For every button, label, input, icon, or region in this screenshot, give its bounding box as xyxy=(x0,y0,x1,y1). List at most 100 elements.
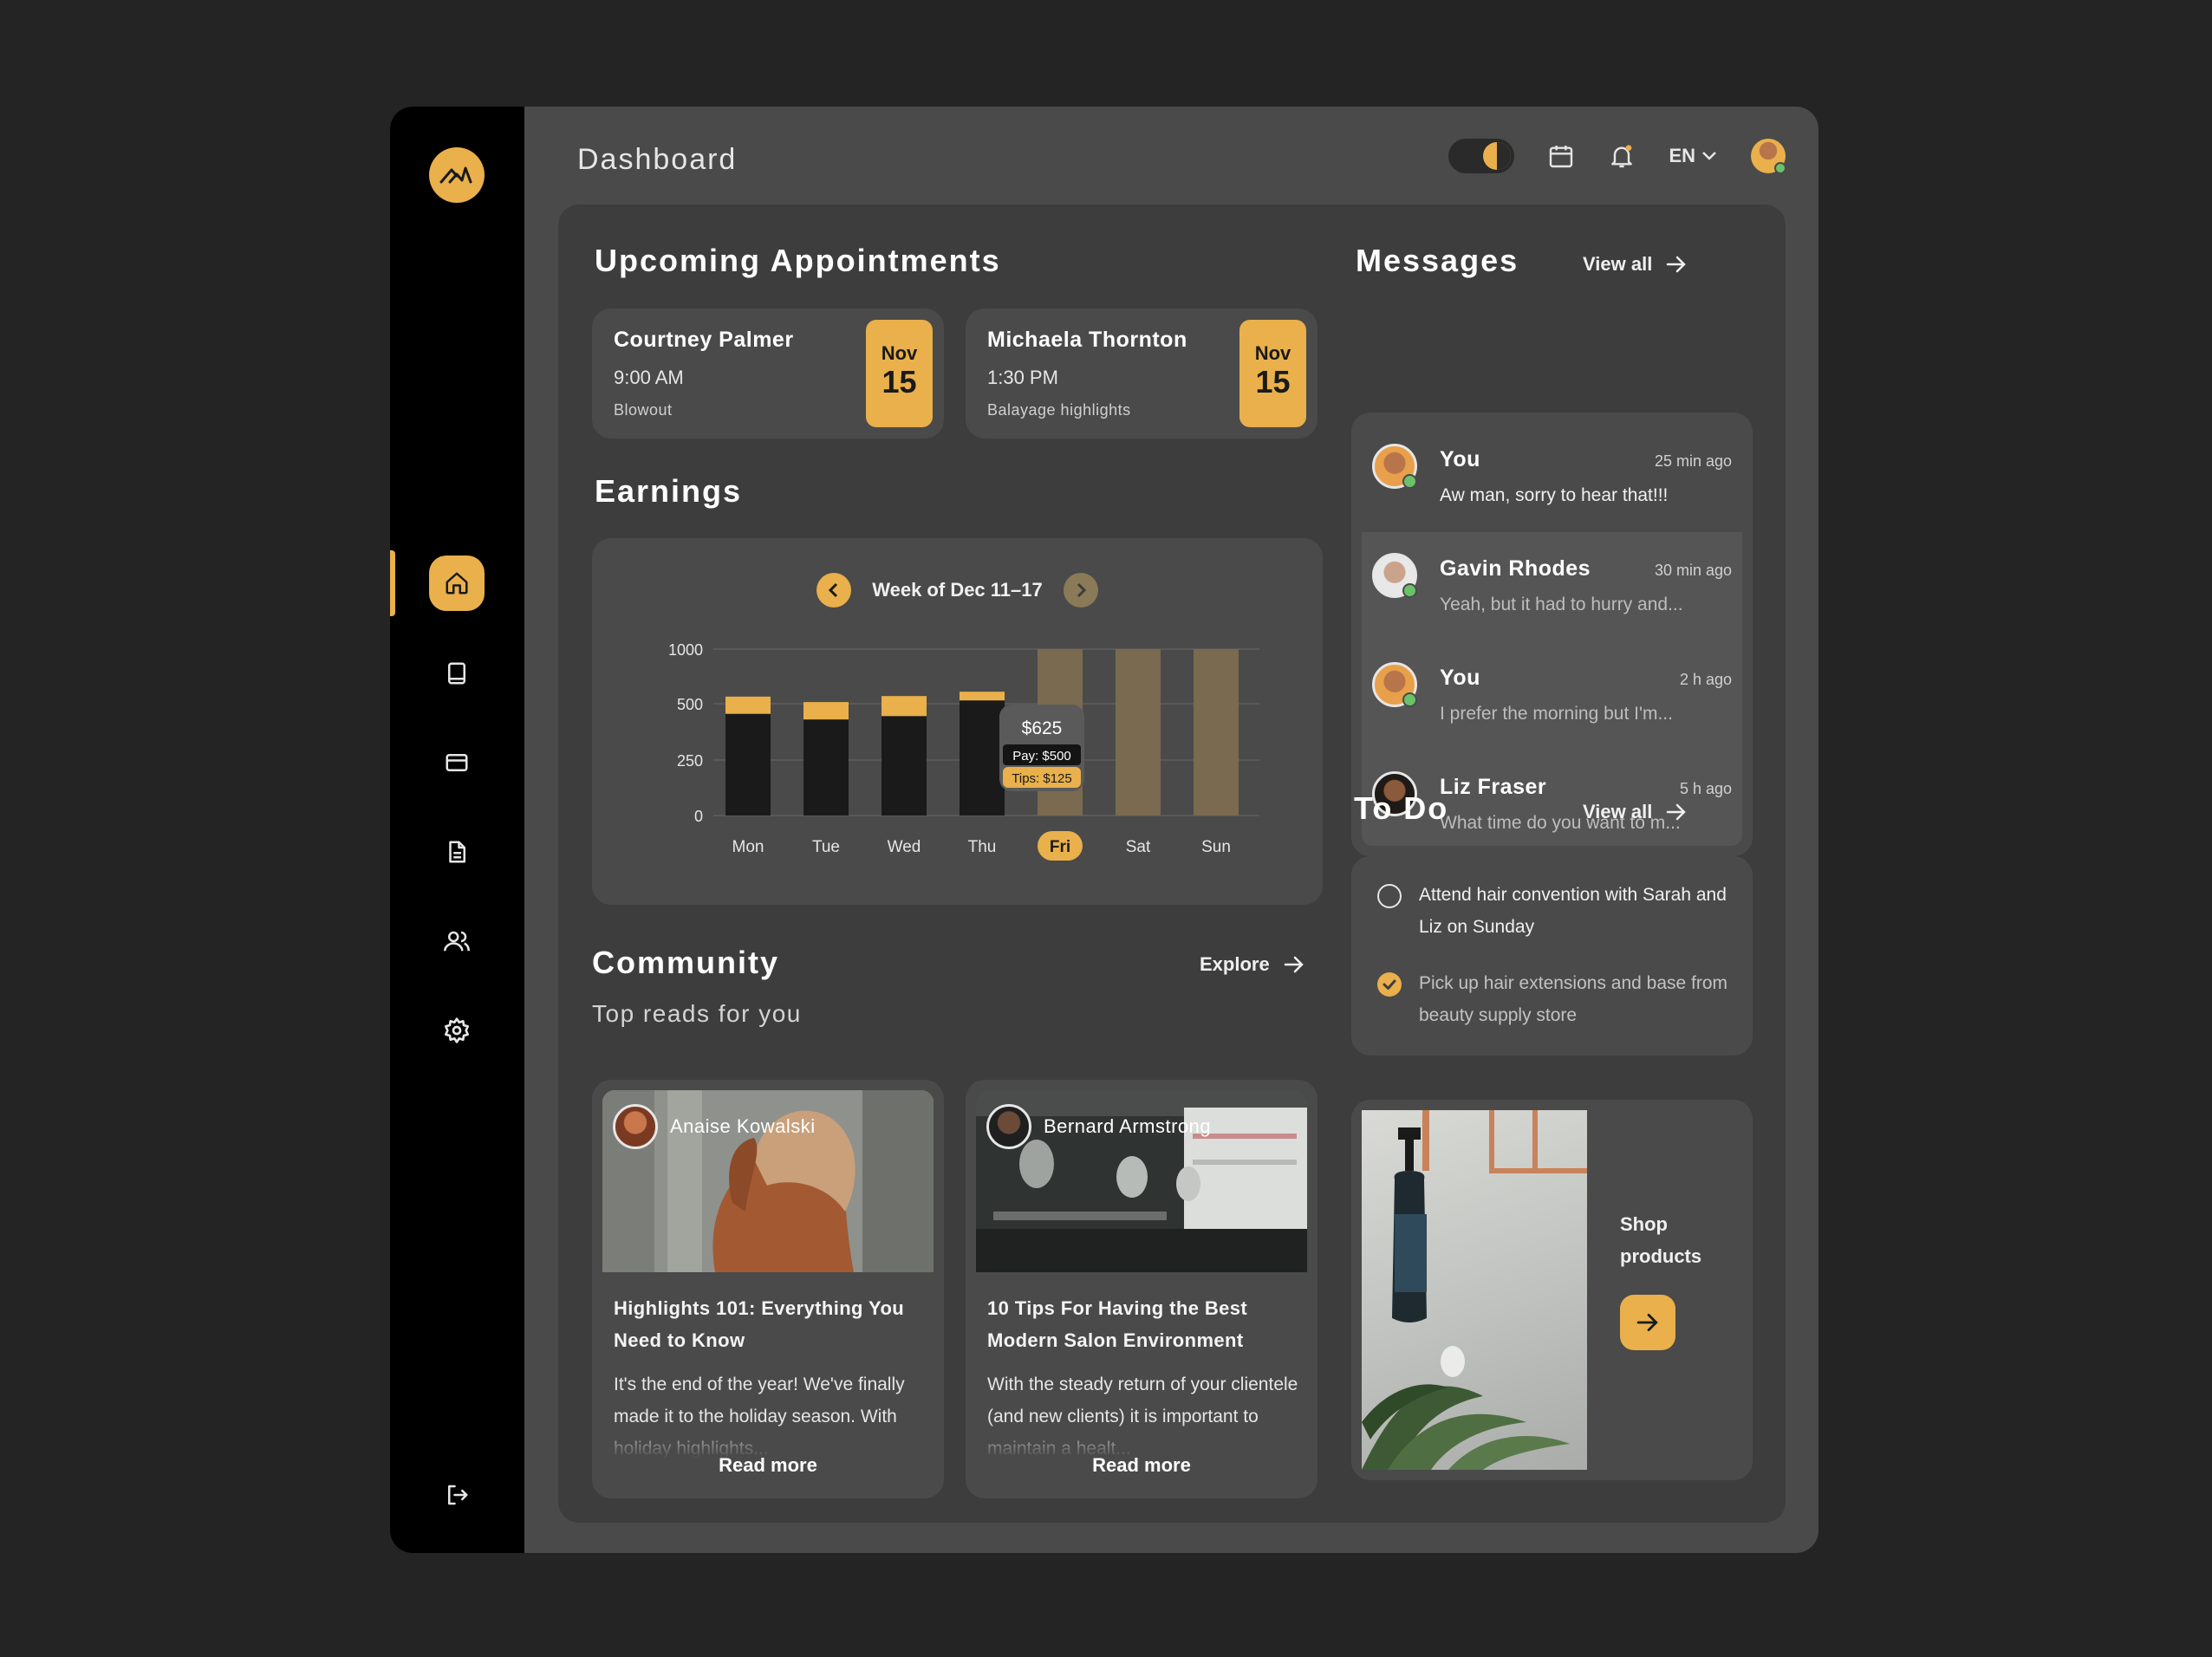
article-title: Highlights 101: Everything You Need to K… xyxy=(614,1297,905,1351)
shop-title: Shop products xyxy=(1620,1213,1702,1267)
appointment-client: Courtney Palmer xyxy=(614,328,794,352)
appointment-service: Blowout xyxy=(614,401,673,419)
future-bar xyxy=(1116,649,1161,816)
language-selector[interactable]: EN xyxy=(1669,145,1718,167)
product-image xyxy=(1362,1110,1587,1470)
earnings-title: Earnings xyxy=(595,473,743,509)
article-author: Bernard Armstrong xyxy=(986,1104,1211,1149)
todo-text: Pick up hair extensions and base from be… xyxy=(1419,973,1728,1025)
messages-view-all[interactable]: View all xyxy=(1583,253,1687,276)
article-card[interactable]: Bernard Armstrong 10 Tips For Having the… xyxy=(966,1080,1317,1498)
logout-icon xyxy=(448,1485,468,1505)
appointment-card[interactable]: Courtney Palmer 9:00 AM Blowout Nov 15 xyxy=(592,309,944,439)
bar-tips[interactable] xyxy=(803,702,849,720)
sidebar-item-book[interactable] xyxy=(429,646,485,701)
x-tick-label: Sun xyxy=(1201,838,1231,856)
read-more-link[interactable]: Read more xyxy=(592,1454,944,1477)
message-sender: Liz Fraser xyxy=(1440,775,1547,799)
language-label: EN xyxy=(1669,145,1695,166)
y-tick-label: 250 xyxy=(677,752,703,770)
message-item[interactable]: You 25 min ago Aw man, sorry to hear tha… xyxy=(1362,423,1742,532)
message-preview: I prefer the morning but I'm... xyxy=(1440,704,1673,724)
shop-card: Shop products xyxy=(1351,1100,1753,1480)
message-preview: Yeah, but it had to hurry and... xyxy=(1440,595,1683,614)
date-month: Nov xyxy=(1254,342,1291,364)
appointment-card[interactable]: Michaela Thornton 1:30 PM Balayage highl… xyxy=(966,309,1317,439)
message-sender: You xyxy=(1440,666,1480,690)
bar-pay[interactable] xyxy=(803,719,849,816)
product-photo xyxy=(1362,1110,1587,1470)
date-day: 15 xyxy=(1255,364,1291,400)
sidebar-item-clients[interactable] xyxy=(429,913,485,969)
x-tick-label: Thu xyxy=(968,838,997,856)
logout-button[interactable] xyxy=(429,1467,485,1523)
sidebar-item-payments[interactable] xyxy=(429,735,485,790)
message-sender: You xyxy=(1440,447,1480,471)
appointment-time: 9:00 AM xyxy=(614,367,684,388)
future-bar xyxy=(1194,649,1239,816)
bar-pay[interactable] xyxy=(960,700,1005,816)
arrow-right-icon xyxy=(1667,803,1687,821)
todo-checkbox-checked[interactable] xyxy=(1377,972,1402,997)
message-sender: Gavin Rhodes xyxy=(1440,556,1591,581)
arrow-right-icon xyxy=(1284,956,1304,973)
bar-pay[interactable] xyxy=(882,716,927,816)
todo-text: Attend hair convention with Sarah and Li… xyxy=(1419,885,1727,937)
book-icon xyxy=(448,662,465,685)
week-navigator: Week of Dec 11–17 xyxy=(592,573,1323,608)
chevron-down-icon xyxy=(1702,152,1716,160)
sidebar-item-home[interactable] xyxy=(429,556,485,611)
arrow-right-icon xyxy=(1667,256,1687,273)
view-all-label: View all xyxy=(1583,801,1653,822)
week-label: Week of Dec 11–17 xyxy=(872,579,1043,601)
x-tick-label: Tue xyxy=(812,838,840,856)
bar-tips[interactable] xyxy=(882,696,927,717)
bell-icon[interactable] xyxy=(1608,142,1636,170)
tooltip-total: $625 xyxy=(1022,718,1063,738)
appointment-client: Michaela Thornton xyxy=(987,328,1187,352)
shop-go-button[interactable] xyxy=(1620,1295,1675,1350)
tooltip-tips: Tips: $125 xyxy=(1012,771,1072,786)
bar-pay[interactable] xyxy=(725,713,771,816)
bar-tips[interactable] xyxy=(960,692,1005,701)
check-icon xyxy=(1382,979,1396,990)
author-name: Anaise Kowalski xyxy=(670,1115,816,1137)
appointment-service: Balayage highlights xyxy=(987,401,1131,419)
app-logo[interactable] xyxy=(429,147,485,203)
bar-tips[interactable] xyxy=(725,696,771,714)
message-time: 30 min ago xyxy=(1654,562,1732,579)
article-author: Anaise Kowalski xyxy=(613,1104,816,1149)
user-avatar[interactable] xyxy=(1751,139,1786,174)
message-preview: Aw man, sorry to hear that!!! xyxy=(1440,485,1669,505)
calendar-icon[interactable] xyxy=(1547,142,1575,170)
date-month: Nov xyxy=(881,342,918,364)
article-card[interactable]: Anaise Kowalski Highlights 101: Everythi… xyxy=(592,1080,944,1498)
explore-label: Explore xyxy=(1200,953,1270,975)
x-tick-label: Sat xyxy=(1126,838,1151,856)
read-more-link[interactable]: Read more xyxy=(966,1454,1317,1477)
date-badge: Nov 15 xyxy=(1239,320,1306,427)
todo-view-all[interactable]: View all xyxy=(1583,801,1687,823)
message-item[interactable]: Gavin Rhodes 30 min ago Yeah, but it had… xyxy=(1362,532,1742,641)
todo-checkbox[interactable] xyxy=(1377,884,1402,908)
prev-week-button[interactable] xyxy=(816,573,852,608)
theme-toggle[interactable] xyxy=(1448,139,1515,173)
home-icon xyxy=(446,572,468,595)
arrow-right-icon xyxy=(1636,1313,1658,1332)
next-week-button[interactable] xyxy=(1063,573,1098,608)
app-window: Dashboard EN Upcoming Appointments Court… xyxy=(390,107,1818,1553)
sidebar-item-settings[interactable] xyxy=(429,1003,485,1058)
message-time: 25 min ago xyxy=(1654,452,1732,470)
gear-icon xyxy=(445,1017,469,1043)
message-item[interactable]: You 2 h ago I prefer the morning but I'm… xyxy=(1362,641,1742,751)
chevron-right-icon xyxy=(1077,582,1086,598)
main-panel: Upcoming Appointments Courtney Palmer 9:… xyxy=(558,205,1786,1523)
x-tick-label: Mon xyxy=(732,838,764,856)
y-tick-label: 500 xyxy=(677,696,703,713)
sidebar xyxy=(390,107,524,1553)
message-avatar xyxy=(1372,553,1417,598)
y-tick-label: 0 xyxy=(694,808,703,825)
sidebar-item-documents[interactable] xyxy=(429,824,485,880)
date-badge: Nov 15 xyxy=(866,320,933,427)
explore-link[interactable]: Explore xyxy=(1200,953,1304,976)
